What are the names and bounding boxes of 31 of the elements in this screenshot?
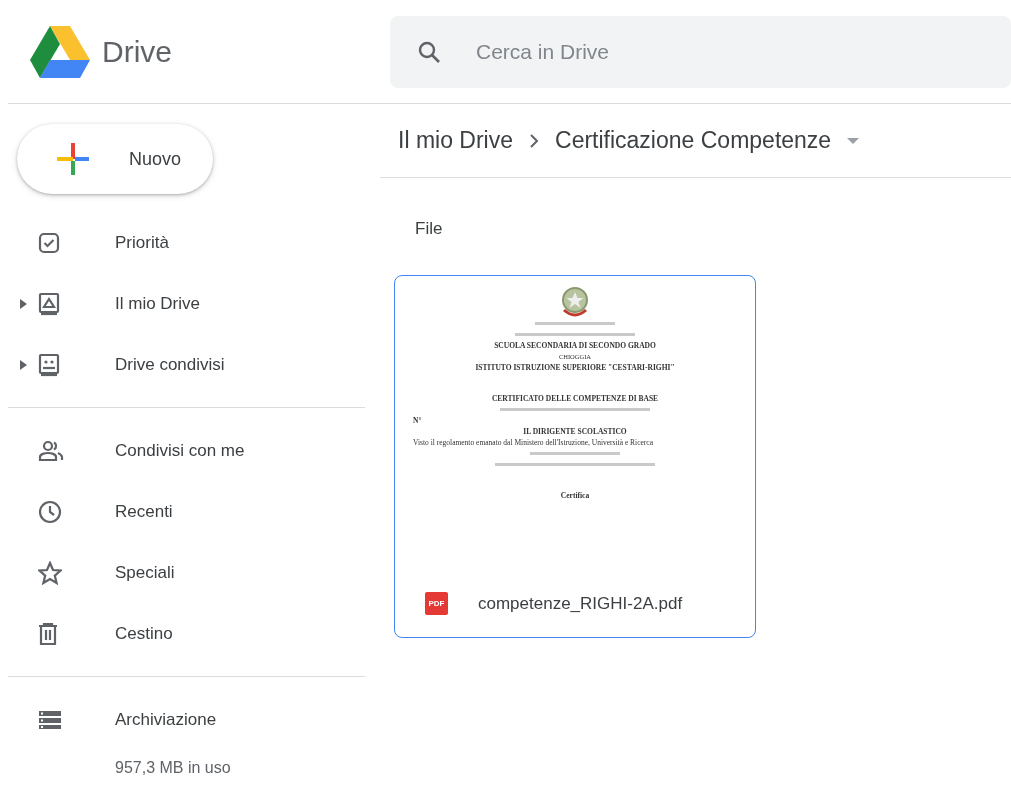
- sidebar-item[interactable]: Recenti: [0, 481, 380, 542]
- new-button[interactable]: Nuovo: [17, 124, 213, 194]
- plus-icon: [55, 141, 91, 177]
- storage-icon: [38, 709, 62, 730]
- drive-folder-icon: [38, 291, 60, 316]
- sidebar-item[interactable]: Speciali: [0, 542, 380, 603]
- drive-logo-icon: [30, 25, 90, 78]
- breadcrumb-link[interactable]: Certificazione Competenze: [551, 123, 836, 158]
- chevron-icon: [529, 133, 539, 148]
- emblem-icon: [560, 285, 590, 318]
- sidebar-item[interactable]: Priorità: [0, 212, 380, 273]
- file-card[interactable]: [394, 274, 756, 638]
- search-field[interactable]: Cerca in Drive: [390, 15, 1011, 88]
- check-square-icon: [38, 231, 60, 254]
- breadcrumb-link[interactable]: Il mio Drive: [394, 123, 517, 158]
- sidebar-item[interactable]: Condivisi con me: [0, 420, 380, 481]
- pdf-file-icon: PDF: [425, 592, 448, 615]
- shared-drive-icon: [38, 352, 60, 377]
- sidebar-item[interactable]: Cestino: [0, 603, 380, 664]
- dropdown-caret-icon: [847, 137, 860, 144]
- file-name: competenze_RIGHI-2A.pdf: [478, 592, 683, 615]
- sidebar-item[interactable]: Archiviazione: [0, 689, 380, 750]
- sidebar-item[interactable]: Drive condivisi: [0, 334, 380, 395]
- app-name: Drive: [102, 34, 172, 70]
- section-title: File: [414, 218, 444, 240]
- trash-icon: [38, 621, 58, 646]
- star-icon: [38, 560, 62, 585]
- sidebar-item[interactable]: Il mio Drive: [0, 273, 380, 334]
- clock-icon: [38, 499, 62, 524]
- storage-usage: 957,3 MB in uso: [114, 758, 232, 778]
- people-icon: [38, 439, 64, 462]
